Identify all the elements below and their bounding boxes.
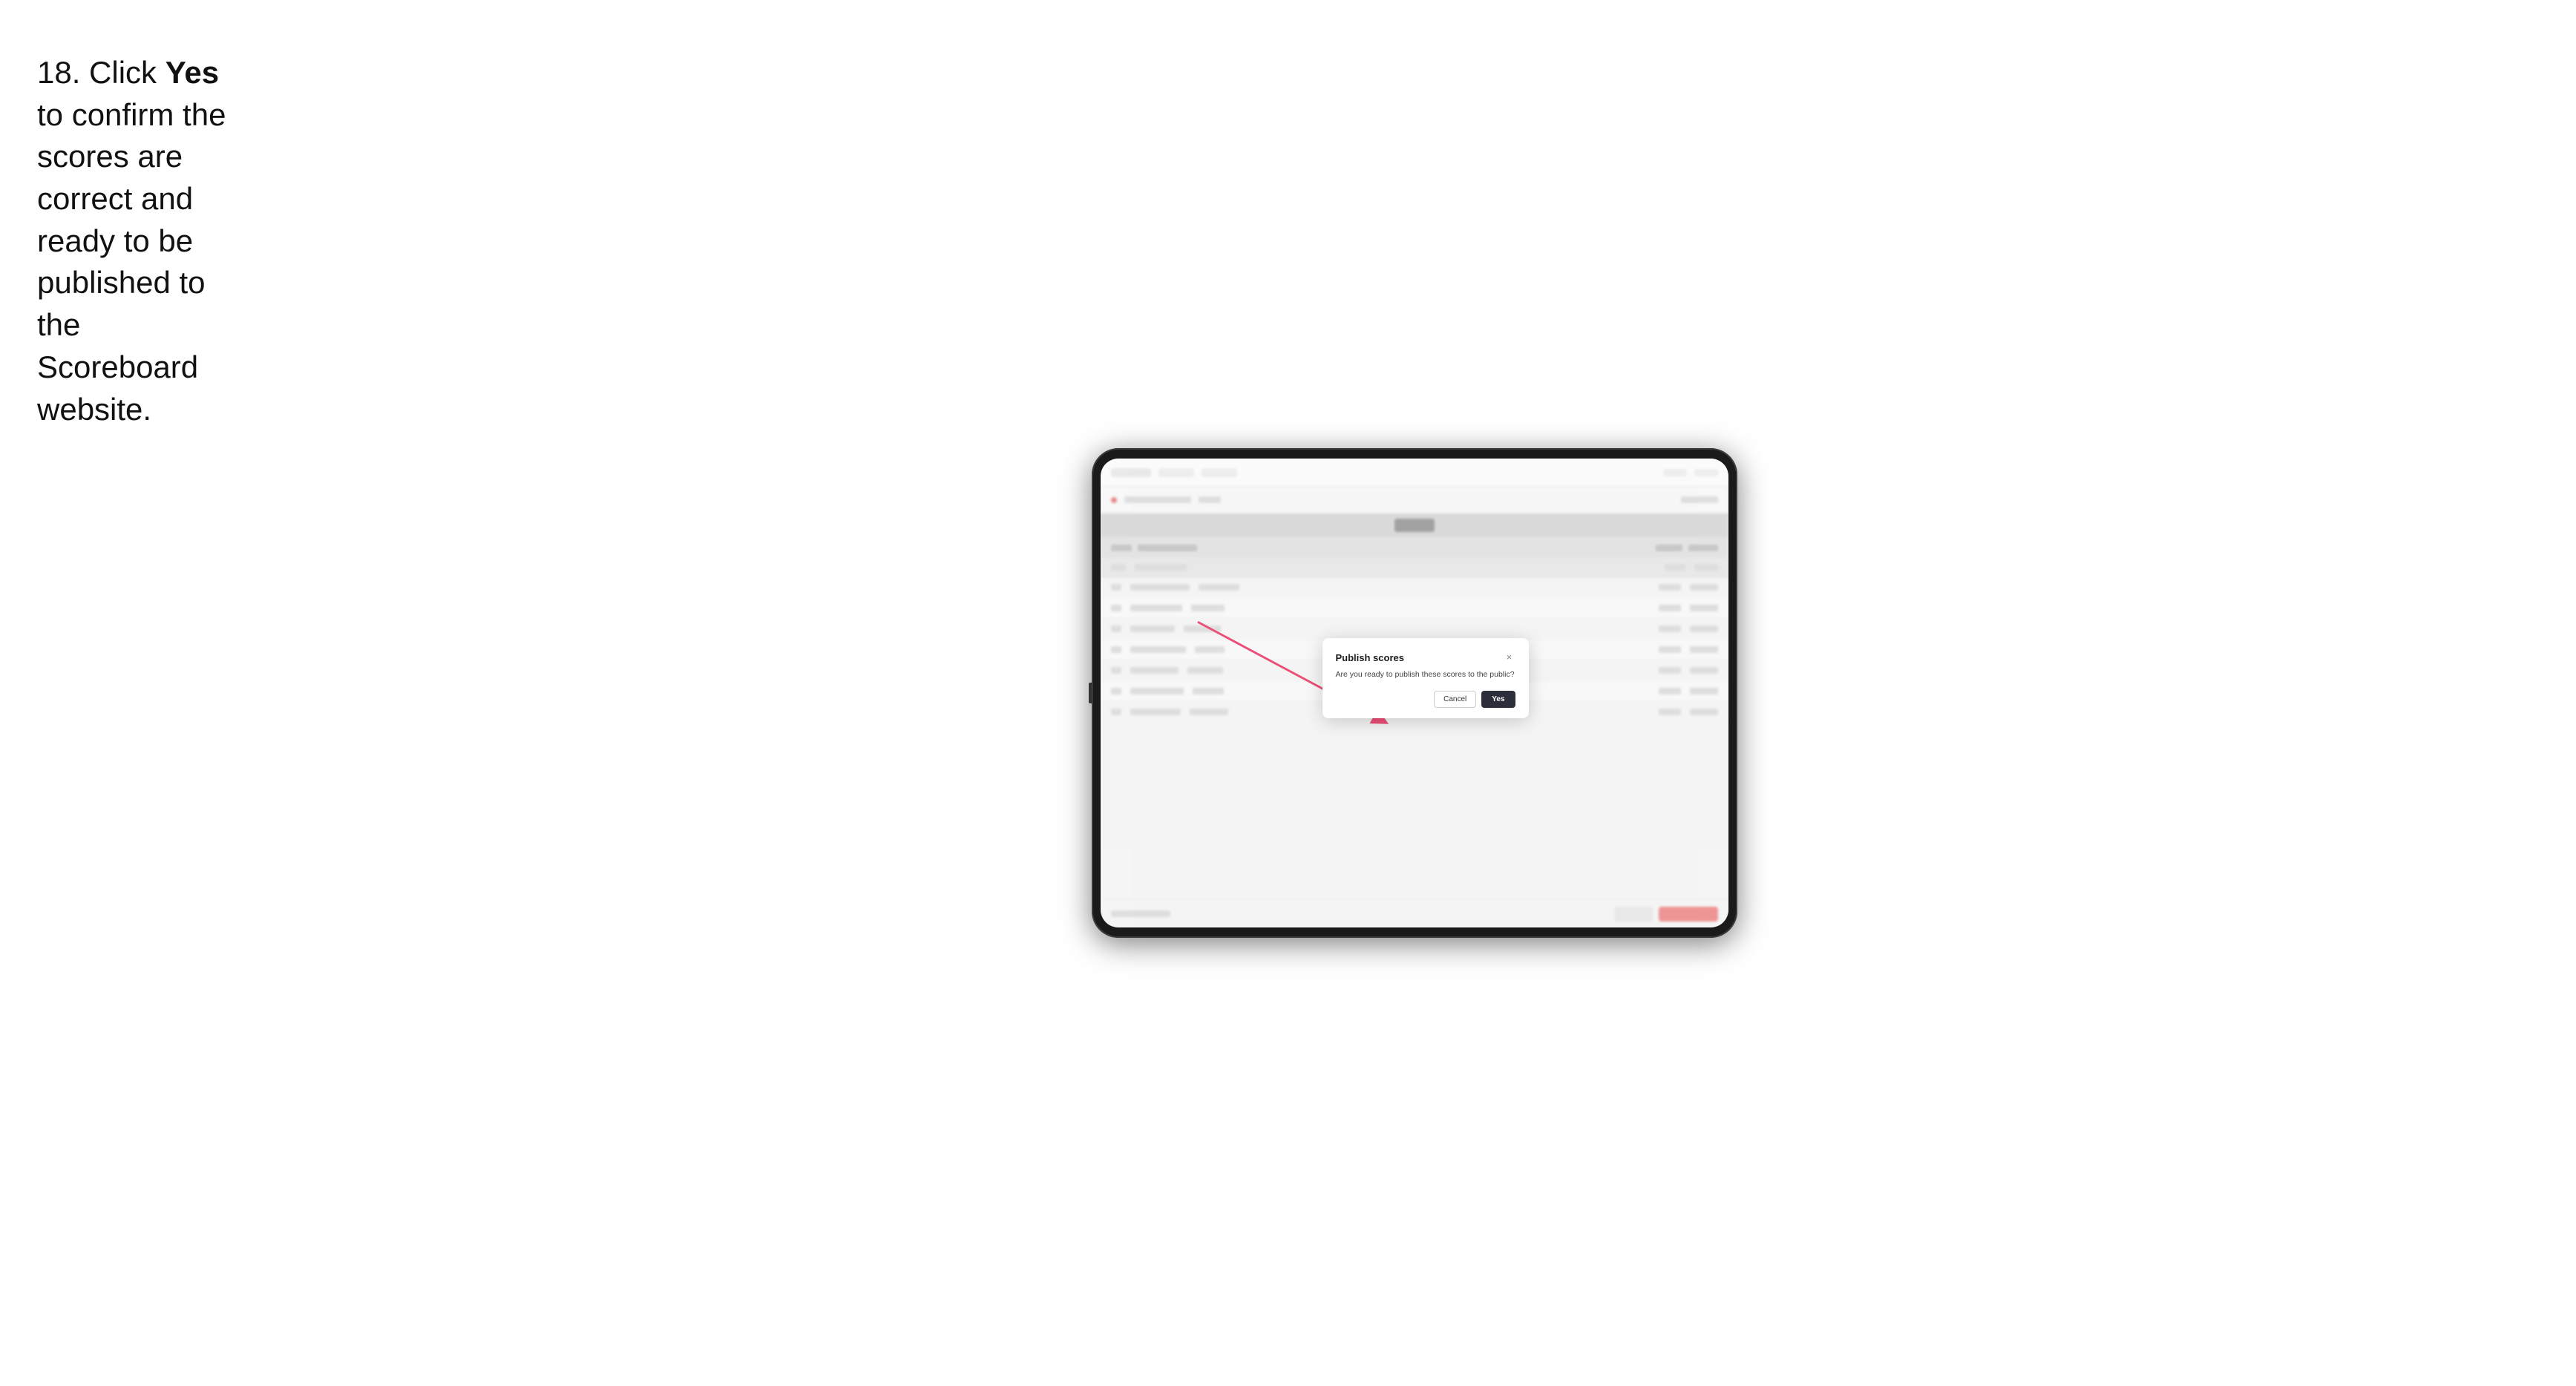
device-area: Publish scores × Are you ready to publis… [252, 0, 2576, 1386]
tablet-side-button [1089, 683, 1092, 703]
modal-title-row: Publish scores × [1336, 651, 1515, 663]
modal-overlay: Publish scores × Are you ready to publis… [1101, 459, 1728, 927]
instruction-text: 18. Click Yes to confirm the scores are … [15, 22, 252, 460]
cancel-button[interactable]: Cancel [1434, 691, 1476, 708]
yes-button[interactable]: Yes [1481, 691, 1515, 708]
instruction-prefix: Click [80, 55, 165, 90]
modal-title: Publish scores [1336, 652, 1404, 663]
publish-scores-modal: Publish scores × Are you ready to publis… [1323, 638, 1529, 718]
tablet-device: Publish scores × Are you ready to publis… [1092, 448, 1737, 938]
step-number: 18. [37, 55, 80, 90]
instruction-suffix: to confirm the scores are correct and re… [37, 97, 226, 427]
modal-footer: Cancel Yes [1336, 691, 1515, 708]
tablet-screen: Publish scores × Are you ready to publis… [1101, 459, 1728, 927]
instruction-bold: Yes [165, 55, 219, 90]
modal-body-text: Are you ready to publish these scores to… [1336, 669, 1515, 680]
close-icon[interactable]: × [1504, 651, 1515, 663]
